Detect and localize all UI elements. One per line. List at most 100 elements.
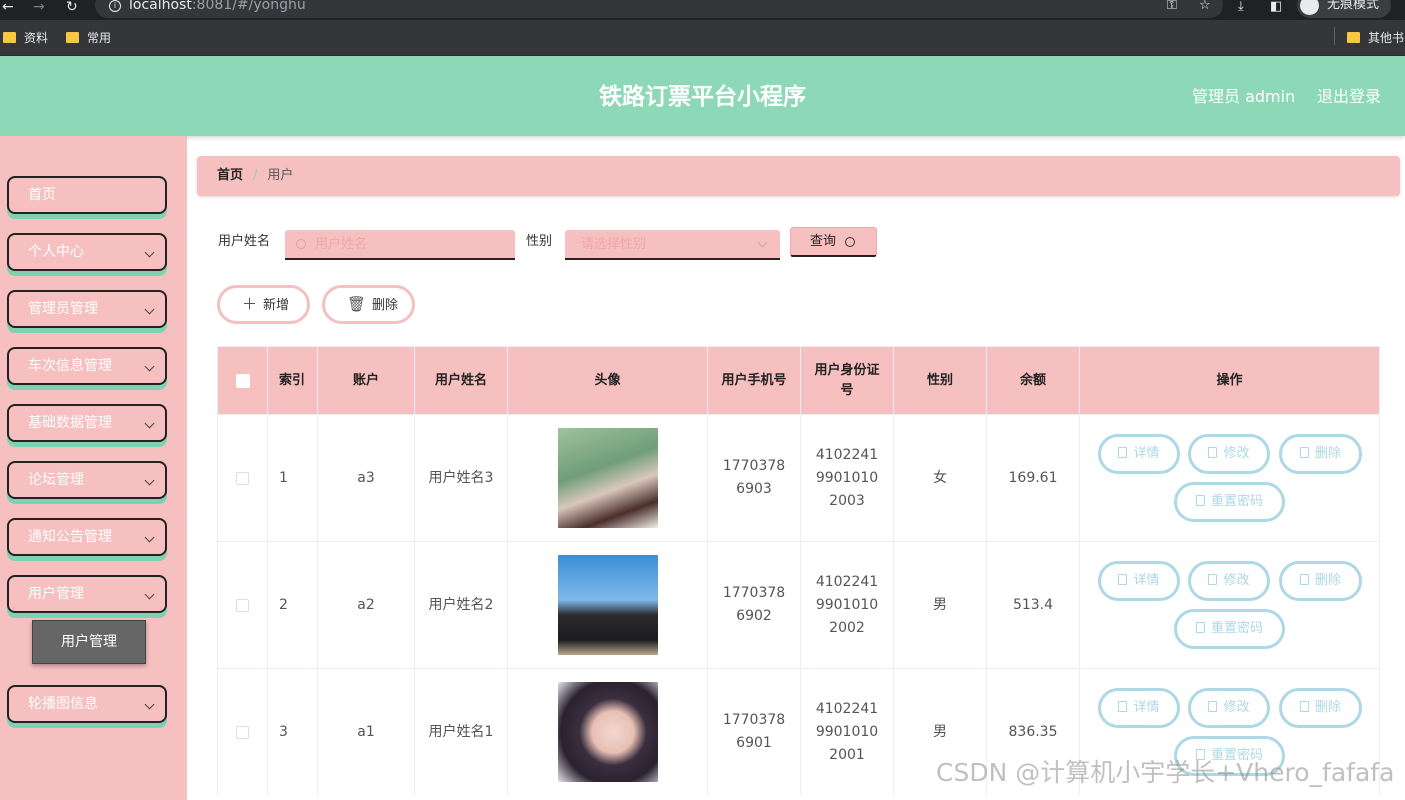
edit-button[interactable]: 修改: [1188, 688, 1270, 728]
document-icon: [1118, 574, 1128, 585]
trash-icon: [1299, 447, 1309, 458]
column-header: 操作: [1216, 372, 1243, 388]
avatar[interactable]: [557, 428, 658, 528]
detail-button[interactable]: 详情: [1098, 561, 1180, 601]
index-cell: 1: [268, 415, 318, 541]
folder-icon: [3, 32, 16, 43]
account-cell: a3: [318, 415, 415, 541]
delete-row-button[interactable]: 删除: [1279, 688, 1362, 728]
sidebar-item-notices[interactable]: 通知公告管理: [7, 518, 167, 556]
row-checkbox[interactable]: [236, 471, 249, 485]
address-bar[interactable]: i localhost:8081/#/yonghu ⚿ ☆: [95, 0, 1223, 18]
browser-toolbar: ← → ↻ i localhost:8081/#/yonghu ⚿ ☆ ⤓ ◧ …: [0, 0, 1405, 20]
index-cell: 3: [268, 669, 318, 795]
sidebar-item-personal-center[interactable]: 个人中心: [7, 233, 167, 271]
sidebar-item-admin-management[interactable]: 管理员管理: [7, 290, 167, 328]
edit-icon: [1208, 701, 1218, 712]
breadcrumb: 首页 / 用户: [197, 156, 1400, 196]
bookmarks-bar: 资料 常用 其他书: [0, 20, 1405, 56]
chevron-down-icon: [144, 361, 155, 372]
edit-icon: [1208, 574, 1218, 585]
id-card-cell: 410224199010102002: [801, 542, 894, 668]
current-user: 管理员 admin: [1192, 87, 1296, 106]
query-button[interactable]: 查询: [790, 227, 877, 257]
document-icon: [1118, 447, 1128, 458]
bookmark-folder[interactable]: 常用: [66, 30, 111, 46]
row-select-cell: [218, 669, 268, 795]
document-icon: [1195, 495, 1205, 506]
delete-button[interactable]: 🗑 删除: [322, 285, 415, 324]
name-search-input[interactable]: 用户姓名: [285, 230, 515, 260]
add-button[interactable]: ＋新增: [217, 285, 310, 324]
name-cell: 用户姓名1: [415, 669, 508, 795]
gender-label: 性别: [526, 234, 553, 249]
sidebar-item-basic-data[interactable]: 基础数据管理: [7, 404, 167, 442]
breadcrumb-home[interactable]: 首页: [217, 168, 243, 183]
url-text: localhost:8081/#/yonghu: [129, 0, 306, 13]
avatar-cell: [508, 669, 708, 795]
download-icon[interactable]: ⤓: [1238, 0, 1244, 13]
sidebar-item-train-info[interactable]: 车次信息管理: [7, 347, 167, 385]
trash-icon: [1299, 701, 1309, 712]
chevron-down-icon: [144, 532, 155, 543]
chevron-down-icon: [144, 475, 155, 486]
avatar[interactable]: [557, 555, 658, 655]
forward-icon[interactable]: →: [33, 0, 45, 14]
edit-button[interactable]: 修改: [1188, 561, 1270, 601]
id-card-cell: 410224199010102003: [801, 415, 894, 541]
bookmark-folder[interactable]: 其他书: [1347, 30, 1404, 46]
column-header: 索引: [268, 347, 318, 414]
sidebar-item-forum[interactable]: 论坛管理: [7, 461, 167, 499]
row-checkbox[interactable]: [236, 725, 249, 739]
column-header: 性别: [894, 347, 987, 414]
name-cell: 用户姓名2: [415, 542, 508, 668]
chevron-down-icon: [144, 304, 155, 315]
column-header: 账户: [318, 347, 415, 414]
breadcrumb-separator: /: [253, 168, 258, 183]
column-header: 头像: [508, 347, 708, 414]
star-icon[interactable]: ☆: [1199, 0, 1211, 12]
incognito-badge[interactable]: 无痕模式: [1297, 0, 1391, 18]
logout-link[interactable]: 退出登录: [1317, 88, 1381, 106]
incognito-icon: [1300, 0, 1319, 15]
user-table: 索引 账户 用户姓名 头像 用户手机号 用户身份证号 性别 余额 操作 1 a3…: [217, 346, 1380, 795]
sidepanel-icon[interactable]: ◧: [1270, 0, 1282, 13]
avatar-cell: [508, 415, 708, 541]
folder-icon: [1347, 32, 1360, 43]
delete-row-button[interactable]: 删除: [1279, 561, 1362, 601]
document-icon: [1118, 701, 1128, 712]
submenu-item-user-management[interactable]: 用户管理: [32, 620, 146, 664]
row-select-cell: [218, 542, 268, 668]
sidebar-item-home[interactable]: 首页: [7, 176, 167, 214]
trash-icon: 🗑: [347, 295, 367, 313]
select-all-checkbox[interactable]: [235, 373, 250, 388]
account-cell: a1: [318, 669, 415, 795]
reset-password-button[interactable]: 重置密码: [1174, 609, 1285, 649]
detail-button[interactable]: 详情: [1098, 688, 1180, 728]
avatar[interactable]: [557, 682, 658, 782]
edit-button[interactable]: 修改: [1188, 434, 1270, 474]
balance-cell: 169.61: [987, 415, 1080, 541]
sidebar-item-user-management[interactable]: 用户管理: [7, 575, 167, 613]
delete-row-button[interactable]: 删除: [1279, 434, 1362, 474]
sidebar-item-carousel[interactable]: 轮播图信息: [7, 685, 167, 723]
trash-icon: [1299, 574, 1309, 585]
reset-password-button[interactable]: 重置密码: [1174, 482, 1285, 522]
column-header: 用户手机号: [708, 347, 801, 414]
table-header: 索引 账户 用户姓名 头像 用户手机号 用户身份证号 性别 余额 操作: [218, 347, 1379, 414]
folder-icon: [66, 32, 79, 43]
search-icon: [296, 239, 306, 249]
bookmarks-divider: [1334, 27, 1335, 45]
site-info-icon[interactable]: i: [109, 0, 121, 12]
phone-cell: 17703786902: [708, 542, 801, 668]
reload-icon[interactable]: ↻: [66, 0, 78, 14]
gender-select[interactable]: 请选择性别: [565, 230, 780, 260]
watermark: CSDN @计算机小宇学长+Vhero_fafafa: [936, 758, 1395, 787]
chevron-down-icon: [144, 418, 155, 429]
id-card-cell: 410224199010102001: [801, 669, 894, 795]
row-checkbox[interactable]: [236, 598, 249, 612]
detail-button[interactable]: 详情: [1098, 434, 1180, 474]
key-icon[interactable]: ⚿: [1167, 0, 1177, 12]
back-icon[interactable]: ←: [2, 0, 14, 14]
bookmark-folder[interactable]: 资料: [3, 30, 48, 46]
